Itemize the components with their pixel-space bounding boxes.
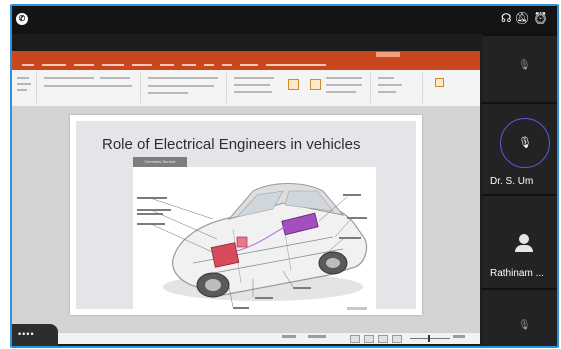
participant-name: Dr. S. Um (490, 176, 534, 187)
mic-icon: 🎙︎ (518, 137, 532, 149)
participant-name: Rathinam ... (490, 268, 544, 279)
notes-button[interactable] (282, 335, 296, 338)
tab-foxit[interactable] (240, 63, 258, 66)
tab-view[interactable] (204, 63, 214, 66)
tab-review[interactable] (182, 63, 196, 66)
editing-group[interactable] (374, 73, 423, 103)
reading-view-button[interactable] (378, 335, 388, 343)
tab-help[interactable] (222, 63, 232, 66)
tab-slideshow[interactable] (160, 63, 174, 66)
participant-tile-2[interactable]: Rathinam ... (482, 194, 557, 290)
phone-icon[interactable]: ✆ (16, 13, 28, 25)
status-icons: ☊🔕︎⏰︎ (501, 11, 551, 25)
ppt-ribbon (12, 70, 480, 107)
zoom-slider-thumb[interactable] (428, 335, 430, 342)
slide-canvas: Role of Electrical Engineers in vehicles… (12, 107, 480, 333)
slide-sorter-button[interactable] (364, 335, 374, 343)
slide-background: Role of Electrical Engineers in vehicles… (76, 121, 416, 315)
active-speaker-ring: 🎙︎ (500, 118, 550, 168)
participants-panel: 🎙︎ 🎙︎ Dr. S. Um Rathinam ... 🎙︎ (482, 34, 557, 346)
top-status-bar: ✆ ☊🔕︎⏰︎ (12, 6, 557, 34)
slide-title: Role of Electrical Engineers in vehicles (102, 136, 361, 153)
ppt-ribbon-tabs (12, 59, 480, 70)
more-options-badge[interactable]: •••• (12, 324, 58, 346)
tell-me-box[interactable] (266, 63, 326, 66)
car-diagram (133, 167, 376, 315)
mic-icon: 🎙︎ (518, 60, 531, 71)
arrange-icon[interactable] (288, 79, 299, 90)
zoom-slider[interactable] (410, 338, 450, 339)
ppt-status-bar (12, 332, 480, 344)
avatar-icon (515, 234, 533, 252)
mic-icon: 🎙︎ (518, 320, 531, 331)
alarm-icon[interactable]: ⏰︎ (533, 11, 551, 25)
overview-tag: Overview Service (133, 157, 187, 167)
font-group[interactable] (40, 73, 141, 103)
tab-insert[interactable] (42, 63, 66, 66)
sign-in-button[interactable] (376, 52, 400, 57)
quick-styles-icon[interactable] (310, 79, 321, 90)
participant-tile-speaker[interactable]: 🎙︎ Dr. S. Um (482, 102, 557, 196)
mute-bell-icon[interactable]: 🔕︎ (515, 11, 533, 25)
headset-icon[interactable]: ☊ (501, 11, 515, 25)
clipboard-group[interactable] (14, 73, 37, 103)
ppt-title-bar (12, 51, 480, 59)
addin-icon[interactable] (435, 78, 444, 87)
more-dots: •••• (18, 329, 35, 339)
tab-animations[interactable] (132, 63, 152, 66)
car-illustration (137, 183, 368, 310)
paragraph-group[interactable] (144, 73, 227, 103)
tab-home[interactable] (22, 63, 34, 66)
slide: Role of Electrical Engineers in vehicles… (70, 115, 422, 315)
tab-transitions[interactable] (102, 63, 124, 66)
slideshow-button[interactable] (392, 335, 402, 343)
shared-screen: Role of Electrical Engineers in vehicles… (12, 51, 480, 344)
participant-tile-3[interactable]: 🎙︎ (482, 288, 557, 346)
addins-group[interactable] (426, 73, 454, 103)
participant-tile-top[interactable]: 🎙︎ (482, 34, 557, 104)
comments-button[interactable] (308, 335, 326, 338)
screen-frame: ✆ ☊🔕︎⏰︎ Role of Electrical Engineers in … (10, 4, 559, 348)
tab-design[interactable] (74, 63, 94, 66)
normal-view-button[interactable] (350, 335, 360, 343)
drawing-group[interactable] (230, 73, 371, 103)
zoom-level (453, 335, 465, 338)
